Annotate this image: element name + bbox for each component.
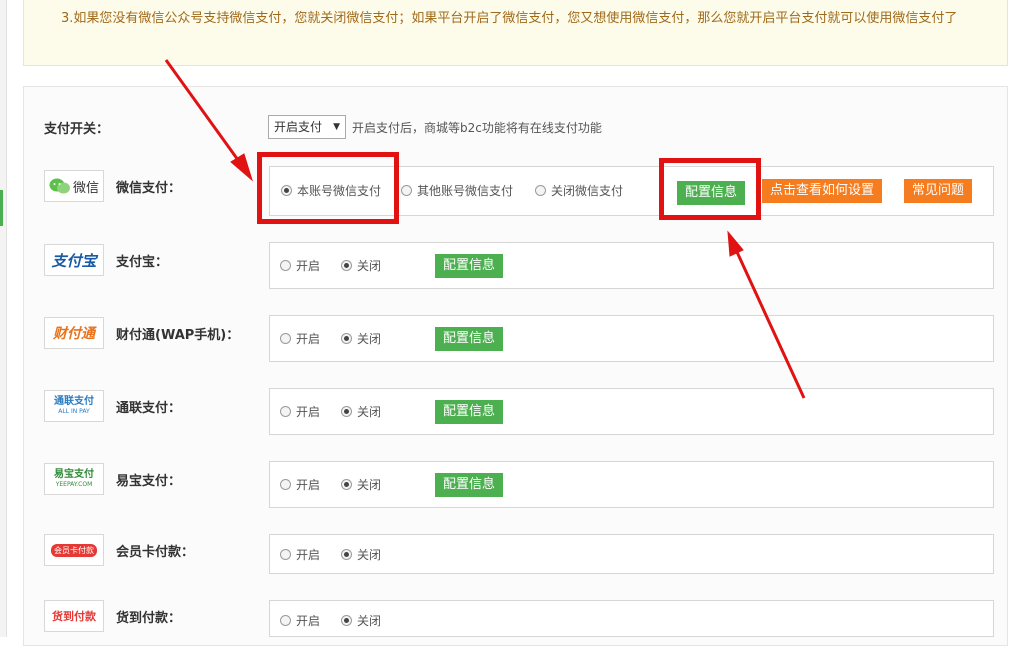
highlight-box-config-button: [659, 158, 761, 220]
wechat-logo-text: 微信: [72, 180, 99, 196]
radio-tenpay-off[interactable]: 关闭: [341, 330, 381, 347]
tenpay-name: 财付通(WAP手机)：: [116, 328, 240, 343]
yeepay-logo: 易宝支付 YEEPAY.COM: [44, 463, 104, 495]
yeepay-logo-text: 易宝支付: [54, 469, 94, 480]
member-card-options-box: 开启 关闭: [269, 534, 994, 574]
payment-switch-hint: 开启支付后，商城等b2c功能将有在线支付功能: [352, 121, 602, 135]
radio-cod-off[interactable]: 关闭: [341, 612, 381, 629]
left-sidebar-edge: [0, 0, 7, 637]
alipay-logo-text: 支付宝: [51, 251, 97, 270]
radio-allinpay-off[interactable]: 关闭: [341, 403, 381, 420]
cod-logo: 货到付款: [44, 600, 104, 632]
yeepay-config-button[interactable]: 配置信息: [435, 473, 504, 497]
allinpay-logo-text: 通联支付: [54, 396, 94, 407]
allinpay-logo-subtext: ALL IN PAY: [58, 408, 90, 415]
highlight-box-wechat-option: [257, 152, 399, 224]
member-card-name: 会员卡付款：: [116, 545, 195, 560]
radio-yeepay-off[interactable]: 关闭: [341, 476, 381, 493]
radio-dot: [535, 185, 546, 196]
payment-switch-select[interactable]: 开启支付 ▼: [268, 115, 346, 139]
allinpay-logo: 通联支付 ALL IN PAY: [44, 390, 104, 422]
radio-wechat-other[interactable]: 其他账号微信支付: [401, 182, 513, 199]
radio-cod-on[interactable]: 开启: [280, 612, 320, 629]
radio-yeepay-on[interactable]: 开启: [280, 476, 320, 493]
payment-switch-label: 支付开关：: [44, 122, 110, 137]
wechat-icon: [49, 178, 70, 194]
tenpay-logo: 财付通: [44, 317, 104, 349]
alipay-name: 支付宝：: [116, 255, 169, 270]
member-card-logo-text: 会员卡付款: [51, 543, 97, 557]
member-card-logo: 会员卡付款: [44, 534, 104, 566]
yeepay-logo-subtext: YEEPAY.COM: [55, 481, 93, 488]
wechat-logo: 微信: [44, 170, 104, 202]
radio-tenpay-on[interactable]: 开启: [280, 330, 320, 347]
radio-alipay-on[interactable]: 开启: [280, 257, 320, 274]
wechat-faq-button[interactable]: 常见问题: [904, 179, 973, 203]
radio-allinpay-on[interactable]: 开启: [280, 403, 320, 420]
radio-dot: [401, 185, 412, 196]
allinpay-options-box: 开启 关闭 配置信息: [269, 388, 994, 435]
payment-switch-value: 开启支付: [274, 120, 323, 134]
wechat-howto-button[interactable]: 点击查看如何设置: [762, 179, 883, 203]
allinpay-name: 通联支付：: [116, 401, 182, 416]
alipay-logo: 支付宝: [44, 244, 104, 276]
alipay-config-button[interactable]: 配置信息: [435, 254, 504, 278]
radio-member-off[interactable]: 关闭: [341, 546, 381, 563]
yeepay-name: 易宝支付：: [116, 474, 182, 489]
cod-logo-text: 货到付款: [52, 610, 96, 623]
radio-wechat-off[interactable]: 关闭微信支付: [535, 182, 623, 199]
yeepay-options-box: 开启 关闭 配置信息: [269, 461, 994, 508]
wechat-pay-name: 微信支付：: [116, 181, 182, 196]
cod-name: 货到付款：: [116, 611, 182, 626]
allinpay-config-button[interactable]: 配置信息: [435, 400, 504, 424]
sidebar-active-marker: [0, 190, 3, 226]
radio-member-on[interactable]: 开启: [280, 546, 320, 563]
dropdown-arrow-icon: ▼: [333, 122, 340, 132]
notice-box: 3.如果您没有微信公众号支持微信支付，您就关闭微信支付；如果平台开启了微信支付，…: [23, 0, 1008, 66]
tenpay-options-box: 开启 关闭 配置信息: [269, 315, 994, 362]
cod-options-box: 开启 关闭: [269, 600, 994, 637]
radio-alipay-off[interactable]: 关闭: [341, 257, 381, 274]
alipay-options-box: 开启 关闭 配置信息: [269, 242, 994, 289]
tenpay-config-button[interactable]: 配置信息: [435, 327, 504, 351]
notice-text: 3.如果您没有微信公众号支持微信支付，您就关闭微信支付；如果平台开启了微信支付，…: [61, 11, 958, 26]
tenpay-logo-text: 财付通: [53, 326, 95, 342]
